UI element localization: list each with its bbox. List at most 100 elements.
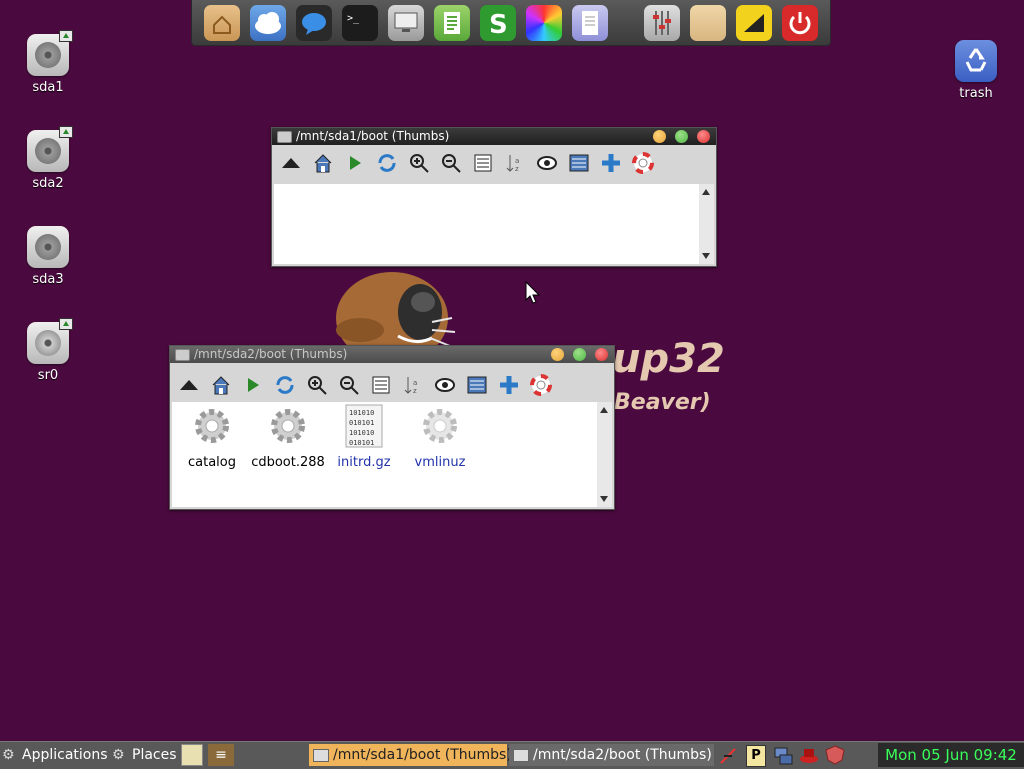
scroll-down-icon[interactable] [702, 253, 710, 259]
details-view-icon[interactable] [466, 374, 488, 396]
go-icon[interactable] [242, 374, 264, 396]
hard-drive-icon [27, 30, 73, 76]
sort-icon[interactable]: az [402, 374, 424, 396]
spreadsheet-icon[interactable]: S [480, 5, 516, 41]
svg-text:z: z [413, 387, 417, 395]
sort-icon[interactable]: az [504, 152, 526, 174]
file-pane[interactable]: catalog cdboot.288 101010 010101 101010 010… [172, 402, 597, 507]
show-desktop-button[interactable] [181, 744, 203, 766]
power-icon[interactable] [782, 5, 818, 41]
cloud-icon[interactable] [250, 5, 286, 41]
task-button-sda1[interactable]: /mnt/sda1/boot (Thumbs) [309, 744, 512, 766]
mouse-pointer-icon [525, 281, 541, 304]
desktop-icon-sda3[interactable]: sda3 [13, 226, 83, 287]
desktop-icon-label: trash [959, 86, 993, 101]
hard-drive-icon [27, 226, 69, 268]
monitor-icon[interactable] [388, 5, 424, 41]
refresh-icon[interactable] [376, 152, 398, 174]
file-name: catalog [188, 455, 236, 470]
text-editor-icon[interactable] [572, 5, 608, 41]
gears-icon: ⚙ [112, 747, 125, 763]
gears-icon: ⚙ [2, 747, 15, 763]
help-lifebuoy-icon[interactable] [530, 374, 552, 396]
eye-icon[interactable] [434, 374, 456, 396]
help-lifebuoy-icon[interactable] [632, 152, 654, 174]
pencil-ruler-icon[interactable] [736, 5, 772, 41]
minimize-button[interactable] [551, 348, 564, 361]
file-item[interactable]: cdboot.288 [250, 404, 326, 470]
maximize-button[interactable] [675, 130, 688, 143]
color-wheel-icon[interactable] [526, 5, 562, 41]
desktop-icon-sda1[interactable]: sda1 [13, 30, 83, 95]
zoom-out-icon[interactable] [338, 374, 360, 396]
mounted-badge-icon [59, 318, 73, 330]
file-item[interactable]: vmlinuz [402, 404, 478, 470]
vertical-scrollbar[interactable] [699, 184, 714, 264]
home-icon[interactable] [312, 152, 334, 174]
blank-box-icon[interactable] [690, 5, 726, 41]
places-menu[interactable]: ⚙ Places [112, 744, 177, 766]
applications-label: Applications [22, 747, 108, 763]
window-icon [175, 349, 190, 361]
up-arrow-icon[interactable] [178, 374, 200, 396]
list-view-icon[interactable] [370, 374, 392, 396]
zoom-in-icon[interactable] [306, 374, 328, 396]
recycle-icon [955, 40, 997, 82]
chat-icon[interactable] [296, 5, 332, 41]
home-icon[interactable] [210, 374, 232, 396]
go-icon[interactable] [344, 152, 366, 174]
refresh-icon[interactable] [274, 374, 296, 396]
list-view-icon[interactable] [472, 152, 494, 174]
file-pane[interactable] [274, 184, 699, 264]
minimize-button[interactable] [653, 130, 666, 143]
add-icon[interactable] [498, 374, 520, 396]
scroll-up-icon[interactable] [702, 189, 710, 195]
window-icon [513, 749, 529, 762]
firewall-shield-icon[interactable] [824, 745, 846, 765]
network-disconnected-icon[interactable] [718, 746, 738, 766]
file-item[interactable]: 101010 010101 101010 010101 initrd.gz [326, 404, 402, 470]
svg-text:S: S [489, 10, 508, 40]
file-window-sda2: /mnt/sda2/boot (Thumbs) az catalog cdboo… [169, 345, 615, 510]
scroll-up-icon[interactable] [600, 407, 608, 413]
desktop-icon-sr0[interactable]: sr0 [13, 318, 83, 383]
svg-text:010101: 010101 [349, 419, 374, 427]
up-arrow-icon[interactable] [280, 152, 302, 174]
zoom-out-icon[interactable] [440, 152, 462, 174]
svg-text:a: a [413, 379, 417, 387]
vertical-scrollbar[interactable] [597, 402, 612, 507]
window-title: /mnt/sda1/boot (Thumbs) [296, 129, 450, 143]
clock[interactable]: Mon 05 Jun 09:42 [878, 743, 1024, 767]
zoom-in-icon[interactable] [408, 152, 430, 174]
scroll-down-icon[interactable] [600, 496, 608, 502]
gear-file-icon [271, 409, 305, 443]
home-folder-icon[interactable] [204, 5, 240, 41]
details-view-icon[interactable] [568, 152, 590, 174]
document-viewer-icon[interactable] [434, 5, 470, 41]
applications-menu[interactable]: ⚙ Applications [2, 744, 108, 766]
package-manager-icon[interactable]: P [746, 745, 766, 767]
desktop-icon-sda2[interactable]: sda2 [13, 126, 83, 191]
settings-sliders-icon[interactable] [644, 5, 680, 41]
terminal-icon[interactable]: >_ [342, 5, 378, 41]
eye-icon[interactable] [536, 152, 558, 174]
desktop-icon-trash[interactable]: trash [941, 40, 1011, 101]
file-name: cdboot.288 [251, 455, 325, 470]
file-name: vmlinuz [414, 455, 466, 470]
close-button[interactable] [595, 348, 608, 361]
task-button-sda2[interactable]: /mnt/sda2/boot (Thumbs) [509, 744, 714, 766]
file-item[interactable]: catalog [174, 404, 250, 470]
volume-icon[interactable] [798, 745, 820, 765]
svg-text:101010: 101010 [349, 409, 374, 417]
close-button[interactable] [697, 130, 710, 143]
svg-text:>_: >_ [347, 13, 360, 24]
svg-text:Beaver): Beaver) [614, 390, 711, 415]
titlebar[interactable]: /mnt/sda2/boot (Thumbs) [170, 346, 614, 363]
dock: >_ S [191, 0, 831, 46]
file-name: initrd.gz [337, 455, 391, 470]
menu-icon[interactable]: ≡ [208, 744, 234, 766]
titlebar[interactable]: /mnt/sda1/boot (Thumbs) [272, 128, 716, 145]
maximize-button[interactable] [573, 348, 586, 361]
network-tray-icon[interactable] [772, 745, 794, 765]
add-icon[interactable] [600, 152, 622, 174]
